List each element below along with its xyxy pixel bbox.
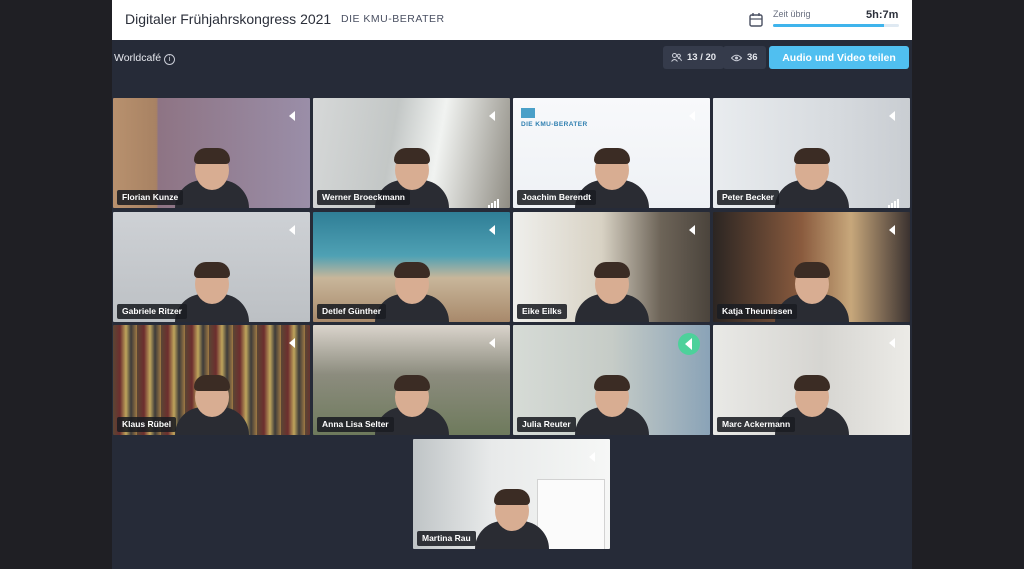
participant-name-label: Florian Kunze [117, 190, 184, 205]
room-name: Worldcafé [114, 52, 162, 64]
audio-icon[interactable] [686, 109, 698, 121]
video-tile-marc-ackermann[interactable]: Marc Ackermann [713, 325, 910, 435]
time-progress-bar [773, 24, 899, 27]
audio-icon[interactable] [686, 223, 698, 235]
participant-count-badge[interactable]: 13 / 20 [663, 46, 725, 69]
video-tile-eike-eilks[interactable]: Eike Eilks [513, 212, 710, 322]
audio-icon[interactable] [286, 336, 298, 348]
video-tile-florian-kunze[interactable]: Florian Kunze [113, 98, 310, 208]
participant-name-label: Julia Reuter [517, 417, 576, 432]
participant-name-label: Detlef Günther [317, 304, 387, 319]
participant-name-label: Klaus Rübel [117, 417, 177, 432]
participant-video [474, 489, 549, 549]
calendar-icon [749, 13, 763, 27]
participant-name-label: Gabriele Ritzer [117, 304, 187, 319]
audio-icon[interactable] [486, 223, 498, 235]
time-remaining-label: Zeit übrig [773, 9, 811, 19]
room-title: Worldcafé i [114, 52, 176, 65]
brand-label: DIE KMU-BERATER [341, 13, 445, 25]
participant-video [174, 148, 249, 208]
video-tile-anna-lisa-selter[interactable]: Anna Lisa Selter [313, 325, 510, 435]
participant-video [774, 148, 849, 208]
app-window: Digitaler Frühjahrskongress 2021 DIE KMU… [112, 0, 912, 569]
participant-count: 13 / 20 [687, 52, 717, 63]
video-tile-detlef-gunther[interactable]: Detlef Günther [313, 212, 510, 322]
video-tile-julia-reuter[interactable]: Julia Reuter [513, 325, 710, 435]
video-tile-peter-becker[interactable]: Peter Becker [713, 98, 910, 208]
audio-icon[interactable] [486, 336, 498, 348]
audio-icon[interactable] [886, 109, 898, 121]
audio-icon[interactable] [286, 223, 298, 235]
video-tile-joachim-berendt[interactable]: DIE KMU-BERATER Joachim Berendt [513, 98, 710, 208]
video-tile-gabriele-ritzer[interactable]: Gabriele Ritzer [113, 212, 310, 322]
time-remaining-value: 5h:7m [866, 9, 899, 21]
speaking-indicator-icon[interactable] [678, 333, 700, 355]
signal-strength-icon [488, 195, 502, 208]
video-tile-katja-theunissen[interactable]: Katja Theunissen [713, 212, 910, 322]
time-progress-fill [773, 24, 884, 27]
video-tile-martina-rau[interactable]: Martina Rau [413, 439, 610, 549]
eye-icon [731, 54, 742, 61]
participant-name-label: Anna Lisa Selter [317, 417, 394, 432]
audio-icon[interactable] [486, 109, 498, 121]
audio-icon[interactable] [586, 450, 598, 462]
info-icon[interactable]: i [164, 54, 176, 65]
share-audio-video-button[interactable]: Audio und Video teilen [769, 46, 909, 69]
kmu-berater-logo: DIE KMU-BERATER [521, 108, 588, 128]
participant-name-label: Werner Broeckmann [317, 190, 410, 205]
participant-name-label: Katja Theunissen [717, 304, 798, 319]
audio-icon[interactable] [286, 109, 298, 121]
audio-icon[interactable] [886, 223, 898, 235]
participant-video [574, 375, 649, 435]
participant-name-label: Peter Becker [717, 190, 779, 205]
viewer-count: 36 [747, 52, 758, 63]
event-title: Digitaler Frühjahrskongress 2021 [125, 11, 332, 27]
participant-name-label: Marc Ackermann [717, 417, 796, 432]
signal-strength-icon [888, 195, 902, 208]
participant-video [174, 375, 249, 435]
top-bar: Digitaler Frühjahrskongress 2021 DIE KMU… [112, 0, 912, 40]
audio-icon[interactable] [886, 336, 898, 348]
video-tile-klaus-rubel[interactable]: Klaus Rübel [113, 325, 310, 435]
video-tile-werner-broeckmann[interactable]: Werner Broeckmann [313, 98, 510, 208]
participant-video [574, 262, 649, 322]
participant-name-label: Eike Eilks [517, 304, 567, 319]
participant-name-label: Martina Rau [417, 531, 476, 546]
viewer-count-badge[interactable]: 36 [723, 46, 766, 69]
participant-name-label: Joachim Berendt [517, 190, 596, 205]
people-icon [671, 53, 682, 62]
